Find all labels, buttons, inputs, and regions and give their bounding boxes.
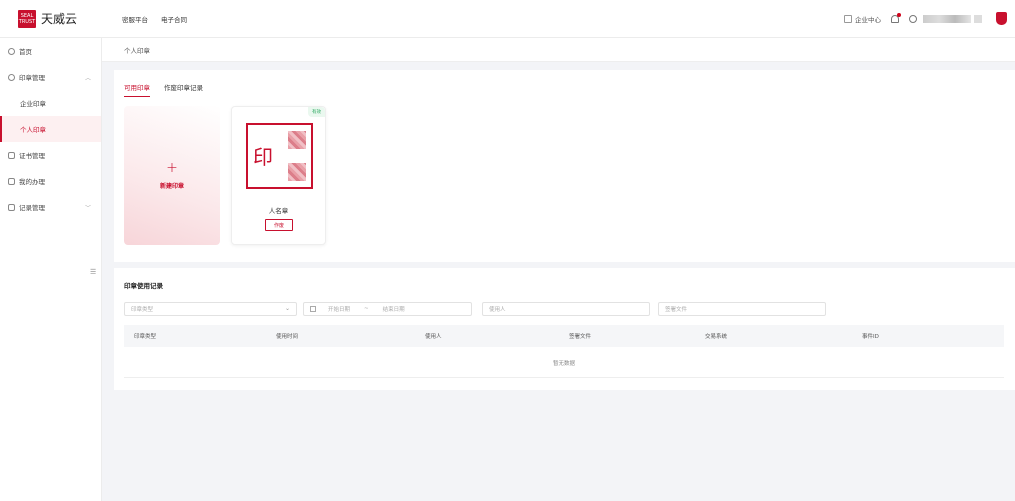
- user-input[interactable]: 使用人: [482, 302, 650, 316]
- empty-state: 暂无数据: [124, 348, 1004, 378]
- page-title: 个人印章: [124, 46, 150, 55]
- sidebar-item-home[interactable]: 首页: [0, 38, 101, 64]
- sidebar-item-record-management[interactable]: 记录管理 ﹀: [0, 194, 101, 220]
- breadcrumb: 个人印章: [102, 38, 1015, 62]
- sidebar-item-seal-management[interactable]: 印章管理 ︿: [0, 64, 101, 90]
- username-redacted-suffix: [974, 14, 982, 23]
- status-badge: 有效: [308, 107, 325, 117]
- new-seal-card[interactable]: + 新建印章: [124, 106, 220, 245]
- header-right: 企业中心: [834, 12, 1007, 25]
- logo-mark-icon: SEAL TRUST: [18, 9, 36, 28]
- brand-name: 天威云: [41, 12, 78, 26]
- enterprise-center-link[interactable]: 企业中心: [844, 14, 881, 24]
- sidebar-item-certificate-management[interactable]: 证书管理: [0, 142, 101, 168]
- nav-crypto-platform[interactable]: 密服平台: [122, 14, 148, 24]
- sidebar: 首页 印章管理 ︿ 企业印章 个人印章 证书管理 我的办理 记录管理 ﹀: [0, 38, 102, 501]
- column-signed-file: 签署文件: [569, 334, 592, 340]
- notification-bell-icon[interactable]: [891, 12, 901, 23]
- plus-icon: +: [166, 160, 178, 176]
- tab-available-seals[interactable]: 可用印章: [124, 82, 150, 97]
- new-seal-label: 新建印章: [159, 183, 184, 190]
- username-redacted: [923, 14, 971, 23]
- user-icon[interactable]: [909, 14, 917, 23]
- nav-e-contract[interactable]: 电子合同: [161, 14, 187, 24]
- column-seal-type: 印章类型: [134, 334, 157, 340]
- top-nav: 密服平台 电子合同: [122, 14, 200, 24]
- table-header: 印章类型 使用时间 使用人 签署文件 交易系统 事件ID: [124, 325, 1004, 347]
- seal-icon: [8, 73, 15, 81]
- seal-panel: 可用印章 作废印章记录 + 新建印章 有效 印 人名章 作废: [114, 70, 1015, 262]
- tab-void-seal-records[interactable]: 作废印章记录: [164, 82, 203, 97]
- filter-bar: 印章类型 ⌄ 开始日期 ~ 结束日期 使用人 签署文件: [124, 302, 826, 316]
- date-range-picker[interactable]: 开始日期 ~ 结束日期: [303, 302, 472, 316]
- brand-logo[interactable]: SEAL TRUST 天威云: [18, 9, 102, 28]
- column-use-time: 使用时间: [276, 334, 299, 340]
- certificate-icon: [8, 151, 15, 159]
- usage-records-panel: 印章使用记录 印章类型 ⌄ 开始日期 ~ 结束日期 使用人 签署文件 印章类型 …: [114, 268, 1015, 390]
- signed-file-input[interactable]: 签署文件: [658, 302, 826, 316]
- seal-name-redacted-bottom: [288, 163, 306, 181]
- home-icon: [8, 47, 15, 55]
- seal-type-select[interactable]: 印章类型 ⌄: [124, 302, 297, 316]
- record-icon: [8, 203, 15, 211]
- seal-image: 印: [246, 123, 313, 189]
- building-icon: [844, 14, 852, 23]
- seal-character: 印: [253, 145, 273, 169]
- seal-tabs: 可用印章 作废印章记录: [124, 82, 217, 97]
- seal-name-redacted-top: [288, 131, 306, 149]
- task-icon: [8, 177, 15, 185]
- chevron-down-icon: ﹀: [84, 204, 91, 212]
- sidebar-item-my-tasks[interactable]: 我的办理: [0, 168, 101, 194]
- records-title: 印章使用记录: [124, 282, 163, 290]
- seal-card: 有效 印 人名章 作废: [231, 106, 326, 245]
- column-trading-system: 交易系统: [705, 334, 728, 340]
- calendar-icon: [310, 306, 316, 312]
- sidebar-item-enterprise-seal[interactable]: 企业印章: [0, 90, 101, 116]
- sidebar-collapse-icon[interactable]: ☰: [90, 268, 102, 280]
- sidebar-item-personal-seal[interactable]: 个人印章: [0, 116, 101, 142]
- chevron-up-icon: ︿: [84, 74, 91, 82]
- column-event-id: 事件ID: [862, 334, 879, 340]
- top-bar: SEAL TRUST 天威云 密服平台 电子合同 企业中心: [0, 0, 1015, 38]
- avatar[interactable]: [996, 12, 1007, 25]
- column-user: 使用人: [425, 334, 442, 340]
- seal-name: 人名章: [268, 207, 289, 215]
- void-button[interactable]: 作废: [265, 219, 293, 231]
- chevron-down-icon: ⌄: [284, 305, 290, 312]
